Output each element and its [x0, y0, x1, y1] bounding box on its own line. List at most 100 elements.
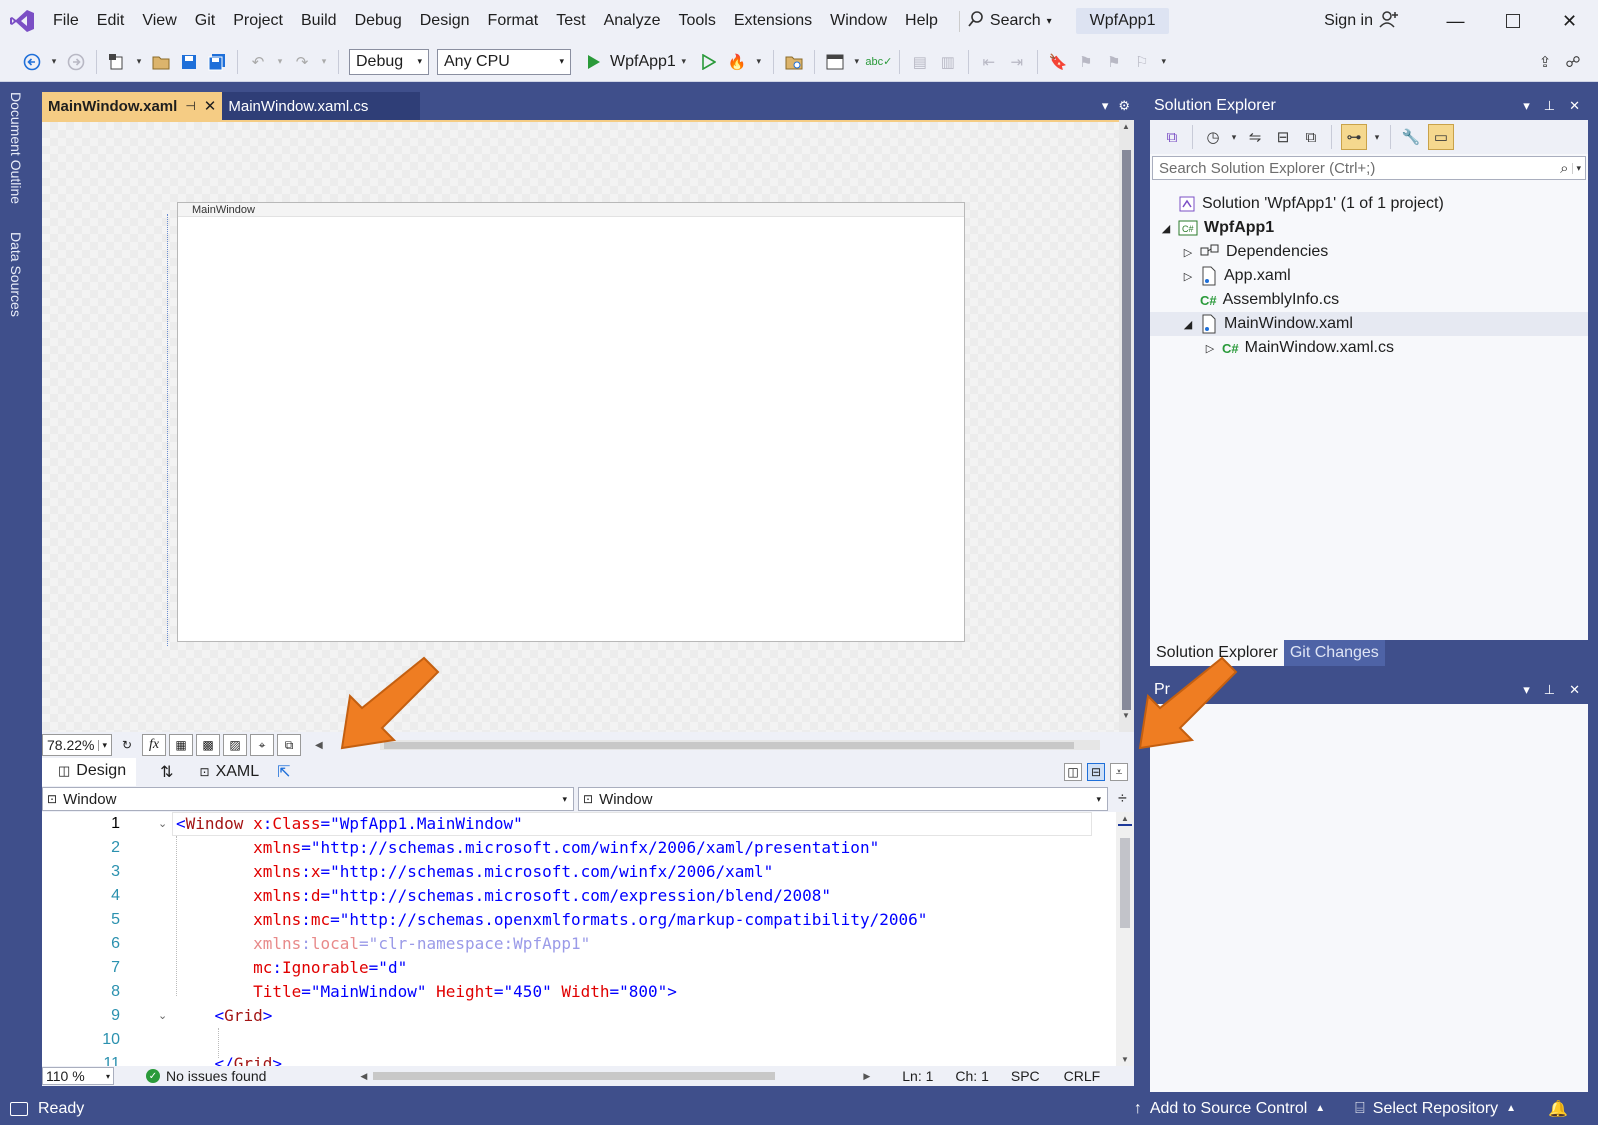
- menu-git[interactable]: Git: [186, 0, 224, 42]
- tab-list-dropdown-icon[interactable]: ▾: [1102, 98, 1109, 114]
- menu-edit[interactable]: Edit: [88, 0, 134, 42]
- dropdown-arrow-icon[interactable]: ▾: [754, 51, 764, 73]
- tree-item[interactable]: ▷ App.xaml: [1182, 264, 1291, 288]
- member-scope-dropdown[interactable]: ⊡ Window ▾: [578, 787, 1108, 811]
- toolbar-overflow-icon[interactable]: ▾: [1159, 51, 1169, 73]
- popout-xaml-icon[interactable]: ⇱: [277, 762, 290, 782]
- xaml-code-editor[interactable]: 1 <Window x:Class="WpfApp1.MainWindow" 2 x…: [42, 812, 1116, 1066]
- window-layout-icon[interactable]: [824, 51, 846, 73]
- code-line[interactable]: 11 </Grid>: [42, 1052, 1116, 1066]
- menu-format[interactable]: Format: [479, 0, 548, 42]
- scroll-left-icon[interactable]: ◀: [360, 1071, 367, 1082]
- pin-icon[interactable]: ⊣: [185, 99, 195, 113]
- dropdown-arrow-icon[interactable]: ▾: [1230, 126, 1238, 148]
- switch-views-icon[interactable]: ⧉: [1161, 126, 1183, 148]
- previous-bookmark-icon[interactable]: ⚑: [1075, 51, 1097, 73]
- collapsed-arrow-icon[interactable]: ▷: [1182, 246, 1194, 259]
- visual-studio-logo[interactable]: [0, 0, 44, 42]
- save-icon[interactable]: [178, 51, 200, 73]
- preview-selected-items-icon[interactable]: ▭: [1428, 124, 1454, 150]
- xaml-designer-surface[interactable]: MainWindow: [42, 120, 1132, 732]
- dropdown-arrow-icon[interactable]: ▾: [852, 51, 862, 73]
- code-line[interactable]: 5 xmlns:mc="http://schemas.openxmlformat…: [42, 908, 1116, 932]
- menu-design[interactable]: Design: [411, 0, 479, 42]
- code-line[interactable]: 8 Title="MainWindow" Height="450" Width=…: [42, 980, 1116, 1004]
- window-position-icon[interactable]: ▾: [1523, 98, 1530, 114]
- code-line[interactable]: 4 xmlns:d="http://schemas.microsoft.com/…: [42, 884, 1116, 908]
- code-line[interactable]: 7 mc:Ignorable="d": [42, 956, 1116, 980]
- grid-toggle-icon[interactable]: ▦: [169, 734, 194, 756]
- sync-with-document-icon[interactable]: ⇋: [1244, 126, 1266, 148]
- editor-horizontal-scroll-thumb[interactable]: [373, 1072, 776, 1080]
- zoom-dropdown[interactable]: 78.22% ▾: [42, 734, 113, 756]
- solution-explorer-search[interactable]: Search Solution Explorer (Ctrl+;) ⌕ ▾: [1152, 156, 1586, 180]
- code-line[interactable]: 9 <Grid>: [42, 1004, 1116, 1028]
- properties-wrench-icon[interactable]: 🔧: [1400, 126, 1422, 148]
- code-line[interactable]: 10: [42, 1028, 1116, 1052]
- show-all-files-icon[interactable]: ⧉: [1300, 126, 1322, 148]
- snap-to-grid-icon[interactable]: ▩: [196, 734, 221, 756]
- comment-icon[interactable]: ▤: [909, 51, 931, 73]
- navigate-forward-icon[interactable]: [65, 51, 87, 73]
- dropdown-arrow-icon[interactable]: ▾: [679, 51, 689, 73]
- uncomment-icon[interactable]: ▥: [937, 51, 959, 73]
- menu-window[interactable]: Window: [821, 0, 896, 42]
- tree-item[interactable]: ◢ MainWindow.xaml: [1150, 312, 1588, 336]
- save-all-icon[interactable]: [206, 51, 228, 73]
- redo-icon[interactable]: ↷: [291, 51, 313, 73]
- menu-extensions[interactable]: Extensions: [725, 0, 821, 42]
- tree-item[interactable]: ◢ C# WpfApp1: [1160, 216, 1274, 240]
- tree-item[interactable]: Solution 'WpfApp1' (1 of 1 project): [1160, 192, 1444, 216]
- pending-changes-filter-icon[interactable]: ◷: [1202, 126, 1224, 148]
- select-repository-button[interactable]: ⌸ Select Repository ▲: [1355, 1100, 1516, 1118]
- scroll-thumb[interactable]: [1120, 838, 1130, 928]
- line-ending-indicator[interactable]: CRLF: [1064, 1068, 1101, 1084]
- menu-test[interactable]: Test: [547, 0, 594, 42]
- menu-view[interactable]: View: [133, 0, 185, 42]
- collapse-region-icon[interactable]: ⌄: [158, 1004, 170, 1028]
- indent-icon[interactable]: ⇥: [1006, 51, 1028, 73]
- outdent-icon[interactable]: ⇤: [978, 51, 1000, 73]
- maximize-button[interactable]: [1484, 0, 1541, 42]
- dropdown-arrow-icon[interactable]: ▾: [319, 51, 329, 73]
- menu-project[interactable]: Project: [224, 0, 292, 42]
- tab-mainwindow-xaml[interactable]: MainWindow.xaml ⊣ ✕: [42, 92, 223, 120]
- swap-panes-icon[interactable]: ⇅: [160, 762, 173, 782]
- menu-analyze[interactable]: Analyze: [595, 0, 670, 42]
- vertical-split-icon[interactable]: ◫: [1064, 763, 1082, 781]
- horizontal-split-icon[interactable]: ⊟: [1087, 763, 1105, 781]
- collapsed-arrow-icon[interactable]: ▷: [1182, 270, 1194, 283]
- find-in-files-icon[interactable]: [783, 51, 805, 73]
- add-to-source-control-button[interactable]: ↑ Add to Source Control ▲: [1134, 1100, 1325, 1118]
- search-button[interactable]: Search ▾: [958, 10, 1060, 32]
- tree-item[interactable]: C# AssemblyInfo.cs: [1182, 288, 1339, 312]
- window-position-icon[interactable]: ▾: [1523, 682, 1530, 698]
- code-line[interactable]: 6 xmlns:local="clr-namespace:WpfApp1": [42, 932, 1116, 956]
- menu-build[interactable]: Build: [292, 0, 346, 42]
- dropdown-arrow-icon[interactable]: ▾: [275, 51, 285, 73]
- device-preview-icon[interactable]: ⧉: [277, 734, 302, 756]
- minimize-button[interactable]: —: [1427, 0, 1484, 42]
- code-line[interactable]: 1 <Window x:Class="WpfApp1.MainWindow": [42, 812, 1116, 836]
- refresh-icon[interactable]: ↻: [115, 734, 139, 756]
- new-project-icon[interactable]: [106, 51, 128, 73]
- scroll-up-icon[interactable]: ▲: [1121, 814, 1129, 823]
- close-icon[interactable]: ✕: [1569, 98, 1580, 114]
- feedback-icon[interactable]: ☍: [1562, 51, 1584, 73]
- next-bookmark-icon[interactable]: ⚑: [1103, 51, 1125, 73]
- menu-debug[interactable]: Debug: [346, 0, 411, 42]
- artboard-background-icon[interactable]: ▨: [223, 734, 248, 756]
- scroll-left-icon[interactable]: ◀: [315, 740, 323, 751]
- output-icon[interactable]: [10, 1101, 28, 1116]
- configuration-dropdown[interactable]: Debug ▾: [349, 48, 429, 75]
- snap-to-snaplines-icon[interactable]: ⌖: [250, 734, 275, 756]
- tree-item[interactable]: ▷ C# MainWindow.xaml.cs: [1204, 336, 1394, 360]
- element-scope-dropdown[interactable]: ⊡ Window ▾: [42, 787, 574, 811]
- close-button[interactable]: ✕: [1541, 0, 1598, 42]
- open-file-icon[interactable]: [150, 51, 172, 73]
- start-target-label[interactable]: WpfApp1: [610, 53, 676, 71]
- collapse-all-icon[interactable]: ⊟: [1272, 126, 1294, 148]
- scroll-down-icon[interactable]: ▼: [1121, 1055, 1129, 1064]
- menu-help[interactable]: Help: [896, 0, 947, 42]
- start-debugging-icon[interactable]: [583, 51, 605, 73]
